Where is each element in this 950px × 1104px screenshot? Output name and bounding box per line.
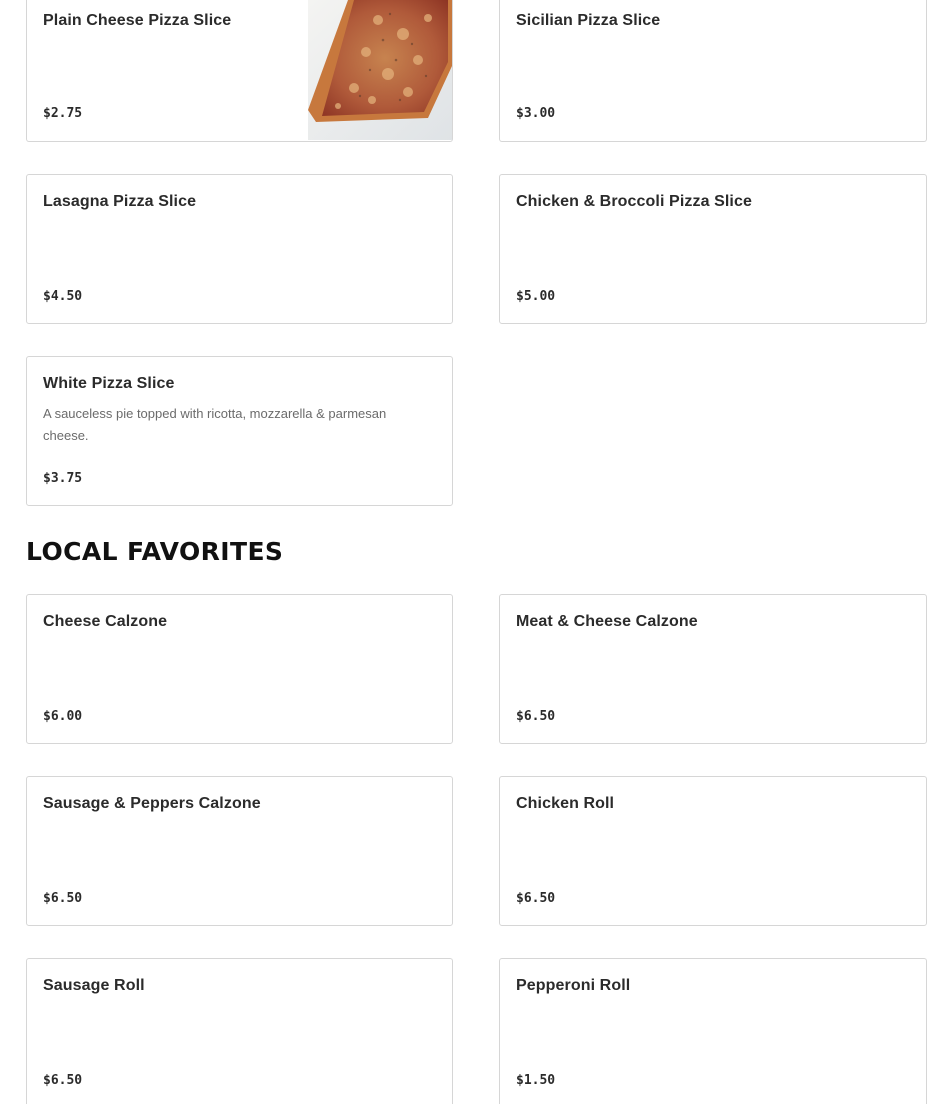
item-price: $6.50 [43,1073,83,1088]
menu-item-card[interactable]: Chicken Roll $6.50 [499,776,927,926]
item-price: $3.75 [43,471,83,486]
menu-item-card[interactable]: Cheese Calzone $6.00 [26,594,453,744]
menu-item-card[interactable]: Lasagna Pizza Slice $4.50 [26,174,453,324]
item-price: $6.50 [43,891,83,906]
item-price: $6.50 [516,709,556,724]
item-description: A sauceless pie topped with ricotta, moz… [43,406,387,443]
menu-item-card[interactable]: Sicilian Pizza Slice $3.00 [499,0,927,142]
menu-item-card[interactable]: Meat & Cheese Calzone $6.50 [499,594,927,744]
item-name: Pepperoni Roll [516,977,631,994]
item-price: $4.50 [43,289,83,304]
item-name: Chicken & Broccoli Pizza Slice [516,193,752,210]
menu-item-card[interactable]: Pepperoni Roll $1.50 [499,958,927,1104]
item-name: Lasagna Pizza Slice [43,193,197,210]
item-price: $6.50 [516,891,556,906]
item-price: $1.50 [516,1073,556,1088]
pizza-slice-image [308,0,452,140]
item-name: Sicilian Pizza Slice [516,12,661,29]
item-photo [308,0,452,140]
menu-item-card[interactable]: Sausage & Peppers Calzone $6.50 [26,776,453,926]
menu-item-card[interactable]: Sausage Roll $6.50 [26,958,453,1104]
item-name: Sausage Roll [43,977,145,994]
item-price: $5.00 [516,289,556,304]
item-price: $6.00 [43,709,83,724]
section-heading: LOCAL FAVORITES [26,537,284,566]
item-price: $2.75 [43,106,83,121]
menu-item-card[interactable]: Chicken & Broccoli Pizza Slice $5.00 [499,174,927,324]
item-name: White Pizza Slice [43,375,175,392]
item-name: Chicken Roll [516,795,615,812]
item-name: Meat & Cheese Calzone [516,613,698,630]
menu-item-card[interactable]: Plain Cheese Pizza Slice $2.75 [26,0,453,142]
item-price: $3.00 [516,106,556,121]
item-name: Cheese Calzone [43,613,168,630]
item-name: Plain Cheese Pizza Slice [43,12,232,29]
menu-item-card[interactable]: White Pizza Slice A sauceless pie topped… [26,356,453,506]
item-name: Sausage & Peppers Calzone [43,795,261,812]
